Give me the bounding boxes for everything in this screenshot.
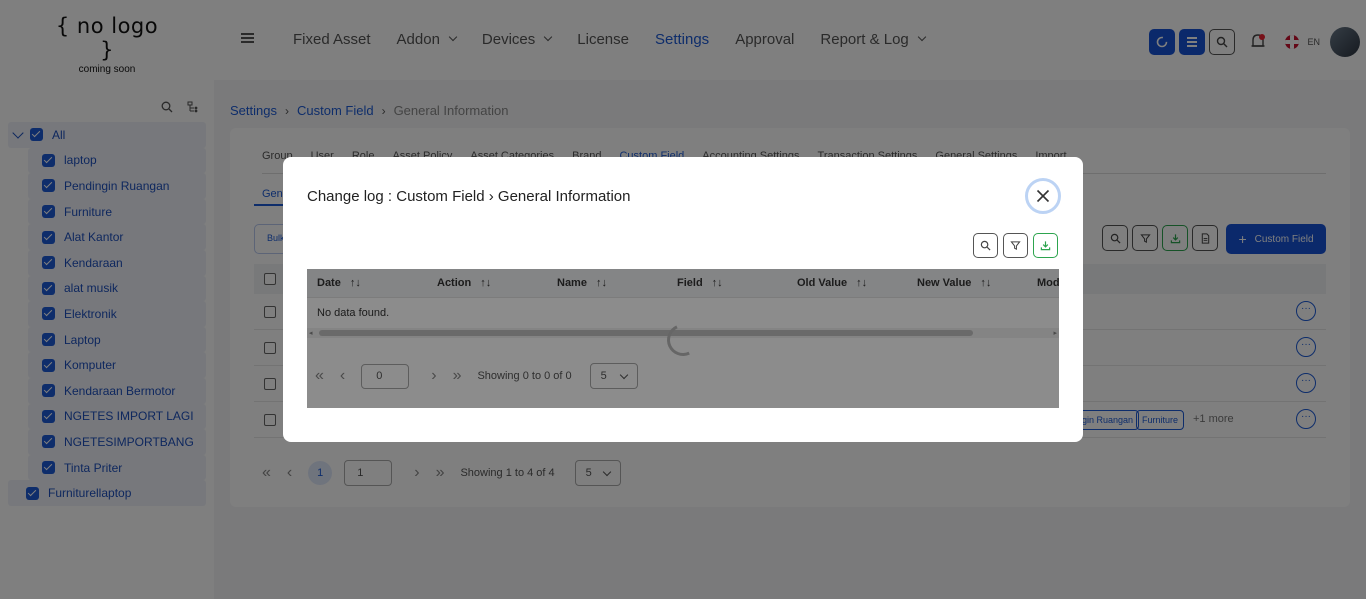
- filter-button[interactable]: [1003, 233, 1028, 258]
- close-icon: [1036, 189, 1050, 203]
- change-log-modal: Change log : Custom Field › General Info…: [283, 157, 1083, 442]
- modal-tools: [973, 233, 1063, 258]
- search-button[interactable]: [973, 233, 998, 258]
- export-button[interactable]: [1033, 233, 1058, 258]
- download-icon: [1040, 241, 1051, 251]
- search-icon: [980, 240, 991, 251]
- modal-title: Change log : Custom Field › General Info…: [307, 188, 631, 205]
- close-button[interactable]: [1025, 178, 1061, 214]
- filter-icon: [1010, 241, 1021, 250]
